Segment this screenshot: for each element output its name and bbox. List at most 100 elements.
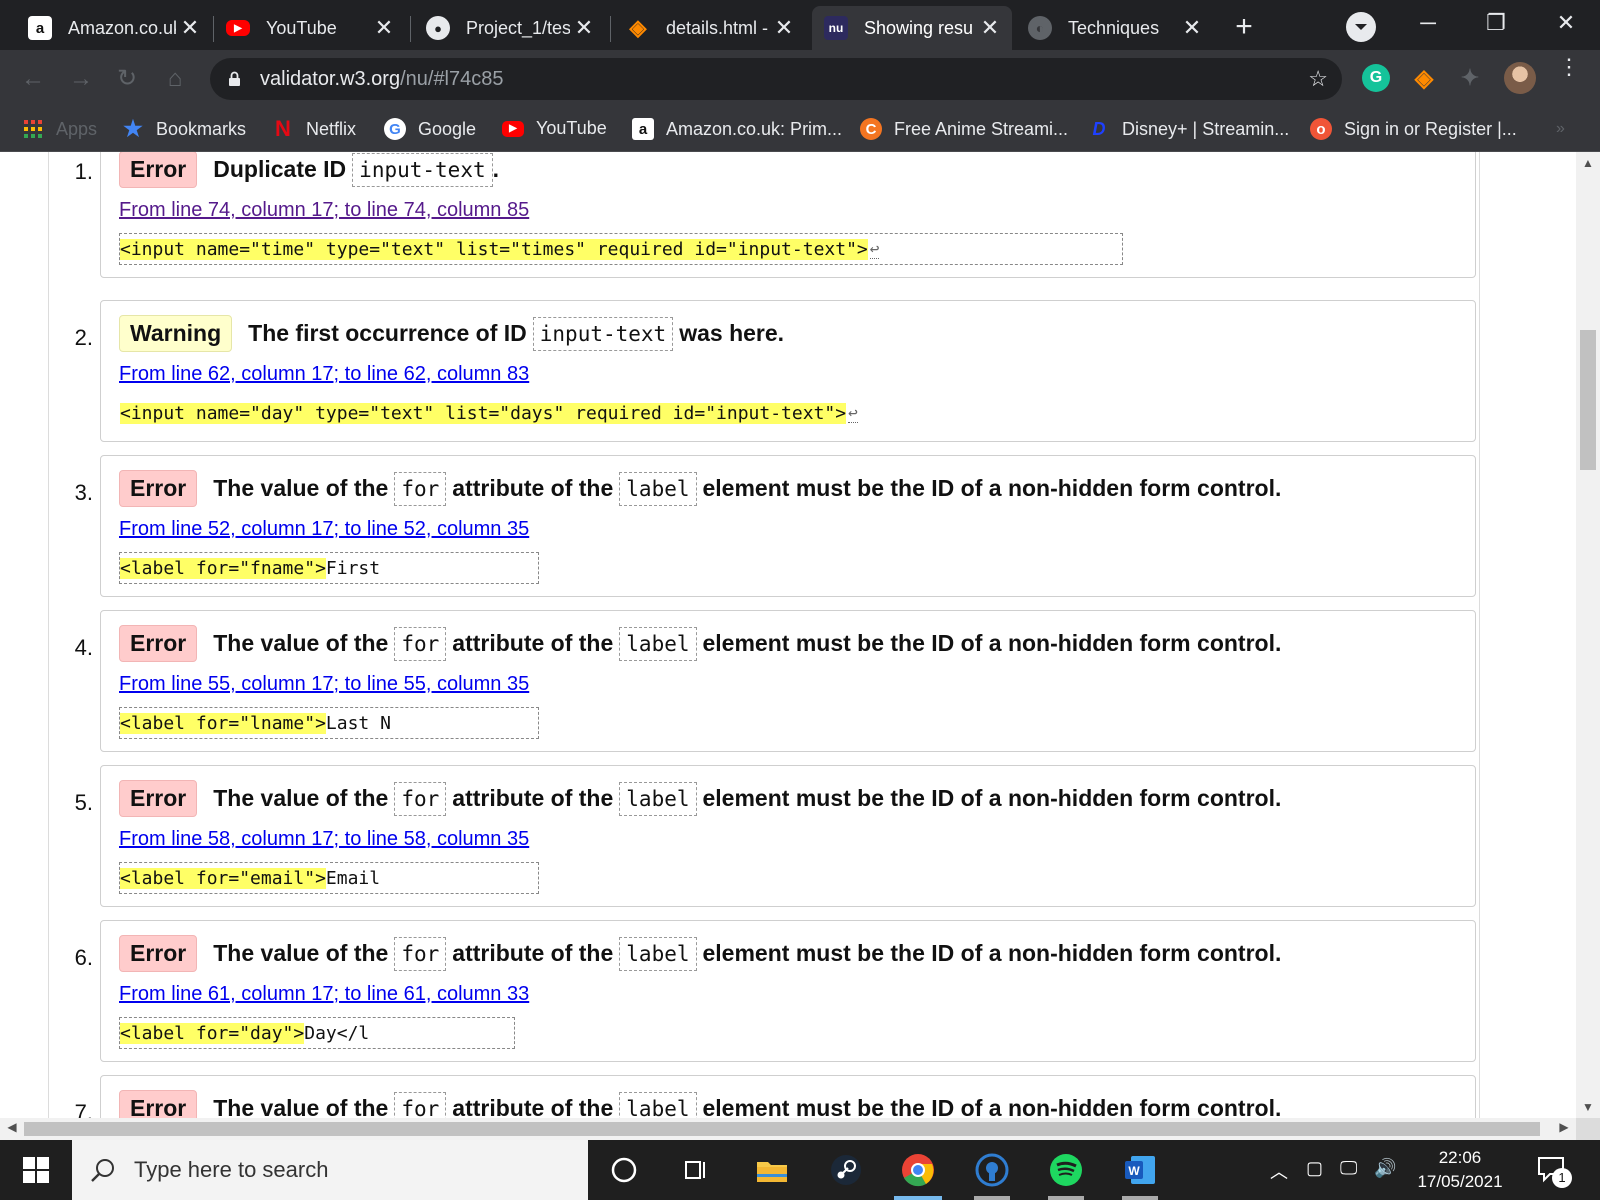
bookmark-disney[interactable]: D Disney+ | Streamin... <box>1088 118 1290 140</box>
bookmark-apps[interactable]: Apps <box>22 118 97 140</box>
restore-button[interactable]: ❐ <box>1466 6 1526 40</box>
minimize-button[interactable]: ─ <box>1398 6 1458 40</box>
bookmark-amazon[interactable]: a Amazon.co.uk: Prim... <box>632 118 842 140</box>
disney-icon: D <box>1092 118 1106 139</box>
close-icon[interactable]: ✕ <box>176 15 204 41</box>
close-icon[interactable]: ✕ <box>976 15 1004 41</box>
notification-center-button[interactable]: 1 <box>1536 1154 1576 1188</box>
steam-icon[interactable] <box>818 1148 874 1192</box>
source-extract: <label for="day"> Day</l <box>119 1017 515 1049</box>
close-icon[interactable]: ✕ <box>1178 15 1206 41</box>
horizontal-scroll-thumb[interactable] <box>24 1122 1540 1136</box>
taskbar-search-box[interactable]: Type here to search <box>72 1140 588 1200</box>
scroll-right-arrow-icon[interactable]: ▶ <box>1554 1120 1574 1134</box>
bookmark-label: Sign in or Register |... <box>1344 118 1517 139</box>
close-icon[interactable]: ✕ <box>570 15 598 41</box>
result-message: 5. Error The value of the for attribute … <box>75 765 1476 907</box>
tab-gitpod[interactable]: ◈ details.html - ✕ <box>614 6 806 50</box>
source-extract: <input name="day" type="text" list="days… <box>120 402 858 424</box>
source-location-link[interactable]: From line 55, column 17; to line 55, col… <box>119 673 529 696</box>
tab-search-button[interactable] <box>1346 12 1376 42</box>
scroll-up-arrow-icon[interactable]: ▲ <box>1580 156 1596 170</box>
source-location-link[interactable]: From line 62, column 17; to line 62, col… <box>119 363 529 386</box>
close-window-button[interactable]: ✕ <box>1536 6 1596 40</box>
result-message: 6. Error The value of the for attribute … <box>75 920 1476 1062</box>
bookmark-eventbrite[interactable]: o Sign in or Register |... <box>1310 118 1517 140</box>
bookmark-label: Amazon.co.uk: Prim... <box>666 118 843 139</box>
vertical-scrollbar[interactable]: ▲ ▼ <box>1576 152 1600 1118</box>
meet-now-icon[interactable]: ▢ <box>1306 1158 1323 1179</box>
bookmark-label: Free Anime Streami... <box>894 118 1069 139</box>
horizontal-scrollbar[interactable]: ◀ ▶ <box>0 1118 1576 1140</box>
start-button[interactable] <box>0 1140 72 1200</box>
cortana-icon[interactable] <box>596 1148 652 1192</box>
more-bookmarks-icon[interactable]: » <box>1556 120 1565 138</box>
spotify-icon[interactable] <box>1038 1148 1094 1200</box>
scroll-left-arrow-icon[interactable]: ◀ <box>2 1120 22 1134</box>
home-button[interactable]: ⌂ <box>160 64 190 94</box>
message-number: 4. <box>74 635 93 660</box>
source-extract: <label for="email"> Email <box>119 862 539 894</box>
search-placeholder: Type here to search <box>134 1157 329 1182</box>
network-icon[interactable]: 🖵 <box>1340 1158 1357 1179</box>
back-button[interactable]: ← <box>18 64 48 94</box>
close-icon[interactable]: ✕ <box>370 15 398 41</box>
star-icon: ★ <box>123 116 143 141</box>
tab-techniques[interactable]: ◐ Techniques ✕ <box>1016 6 1214 50</box>
globe-icon: ◐ <box>1028 16 1052 40</box>
source-location-link[interactable]: From line 74, column 17; to line 74, col… <box>119 199 529 222</box>
show-hidden-icons-icon[interactable]: ︿ <box>1270 1158 1288 1184</box>
source-location-link[interactable]: From line 52, column 17; to line 52, col… <box>119 518 529 541</box>
gitpod-extension-icon[interactable]: ◈ <box>1410 64 1438 92</box>
extensions-puzzle-icon[interactable]: ✦ <box>1456 64 1484 92</box>
tab-github[interactable]: ● Project_1/tes ✕ <box>414 6 606 50</box>
file-explorer-icon[interactable] <box>744 1148 800 1192</box>
task-view-icon[interactable] <box>668 1148 724 1192</box>
close-icon[interactable]: ✕ <box>770 15 798 41</box>
volume-icon[interactable]: 🔊 <box>1374 1158 1396 1179</box>
browser-menu-icon[interactable]: ⋮ <box>1558 56 1580 78</box>
bookmarks-bar: Apps ★ Bookmarks N Netflix G Google ▶ Yo… <box>0 108 1600 152</box>
vertical-scroll-thumb[interactable] <box>1580 330 1596 470</box>
gitpod-icon: ◈ <box>629 15 647 40</box>
taskbar-clock[interactable]: 22:06 17/05/2021 <box>1400 1146 1520 1194</box>
chrome-taskbar-icon[interactable] <box>890 1148 946 1200</box>
result-message: 7. Error The value of the for attribute … <box>75 1075 1476 1118</box>
scroll-down-arrow-icon[interactable]: ▼ <box>1580 1100 1596 1114</box>
word-icon[interactable]: W <box>1112 1148 1168 1200</box>
forward-button[interactable]: → <box>66 64 96 94</box>
bookmark-google[interactable]: G Google <box>384 118 476 140</box>
source-location-link[interactable]: From line 58, column 17; to line 58, col… <box>119 828 529 851</box>
address-bar[interactable]: validator.w3.org/nu/#l74c85 ☆ <box>210 58 1342 100</box>
url-text: validator.w3.org/nu/#l74c85 <box>260 68 504 90</box>
grammarly-icon[interactable]: G <box>1362 64 1390 92</box>
source-location-link[interactable]: From line 61, column 17; to line 61, col… <box>119 983 529 1006</box>
message-number: 3. <box>74 480 93 505</box>
source-extract: <input name="time" type="text" list="tim… <box>119 233 1123 265</box>
tab-title: details.html - <box>666 17 769 38</box>
message-heading: Error The value of the for attribute of … <box>119 625 1281 662</box>
warning-badge: Warning <box>119 315 233 352</box>
github-desktop-icon[interactable] <box>964 1148 1020 1200</box>
amazon-icon: a <box>28 16 52 40</box>
tab-youtube[interactable]: ▶ YouTube ✕ <box>214 6 406 50</box>
tab-validator[interactable]: nu Showing resu ✕ <box>812 6 1012 50</box>
message-number: 2. <box>74 325 93 350</box>
message-heading: Error The value of the for attribute of … <box>119 780 1281 817</box>
bookmark-bookmarks[interactable]: ★ Bookmarks <box>122 116 246 141</box>
code-chip: for <box>394 1091 447 1118</box>
code-chip: label <box>619 936 697 971</box>
profile-avatar[interactable] <box>1504 62 1536 94</box>
tab-amazon[interactable]: a Amazon.co.uk ✕ <box>16 6 212 50</box>
reload-button[interactable]: ↻ <box>112 64 142 94</box>
new-tab-button[interactable]: + <box>1226 10 1262 46</box>
youtube-icon: ▶ <box>226 20 250 36</box>
bookmark-netflix[interactable]: N Netflix <box>272 116 356 141</box>
amazon-icon: a <box>632 118 654 140</box>
bookmark-crunchyroll[interactable]: C Free Anime Streami... <box>860 118 1068 140</box>
bookmark-star-icon[interactable]: ☆ <box>1308 66 1328 92</box>
browser-tab-strip: a Amazon.co.uk ✕ ▶ YouTube ✕ ● Project_1… <box>0 0 1600 50</box>
bookmark-youtube[interactable]: ▶ YouTube <box>502 118 607 139</box>
nu-validator-icon: nu <box>824 16 848 40</box>
result-message: 4. Error The value of the for attribute … <box>75 610 1476 752</box>
